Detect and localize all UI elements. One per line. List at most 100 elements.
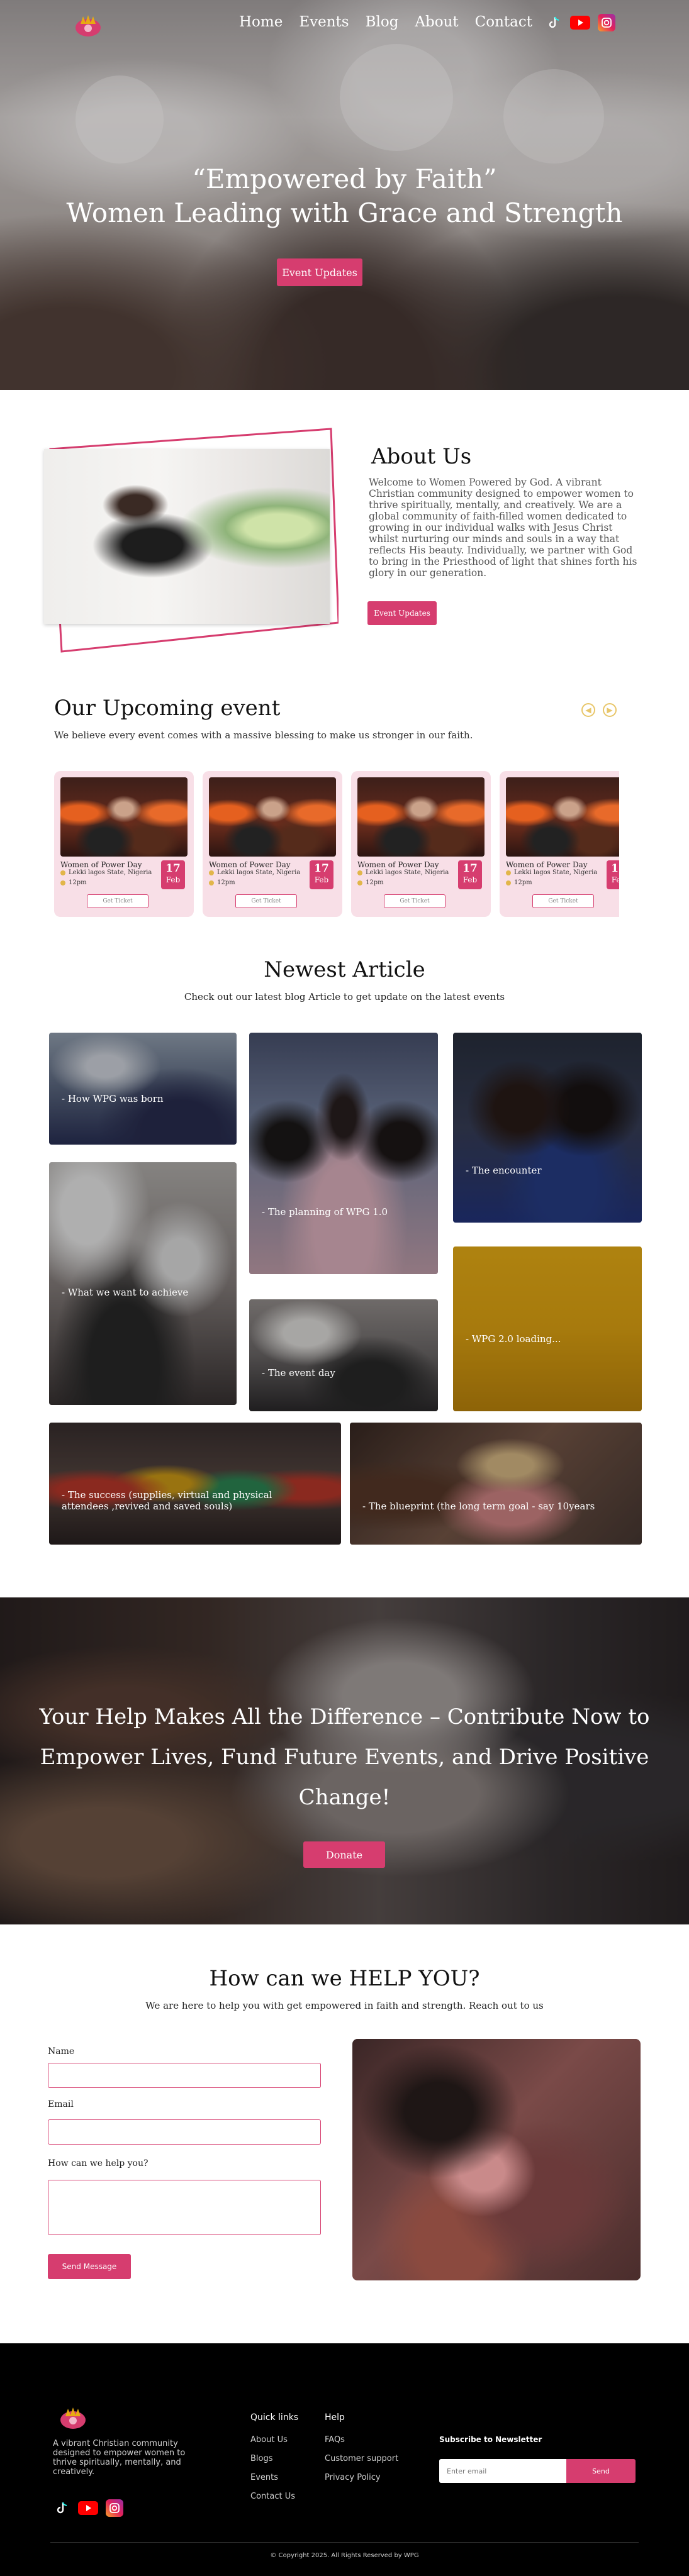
next-arrow-icon[interactable]: ▶ [603, 703, 617, 717]
youtube-icon[interactable] [570, 16, 590, 30]
about-photo [44, 449, 330, 624]
nav-events-link[interactable]: Events [299, 14, 349, 30]
nav-about-link[interactable]: About [415, 14, 458, 30]
footer-link-contact-us[interactable]: Contact Us [250, 2492, 295, 2501]
event-month: Feb [462, 875, 478, 884]
event-day: 17 [165, 862, 181, 875]
events-carousel-arrows: ◀ ▶ [581, 703, 617, 717]
article-title: - The success (supplies, virtual and phy… [62, 1489, 272, 1512]
about-event-updates-button[interactable]: Event Updates [367, 601, 437, 625]
location-icon [209, 870, 214, 875]
nav-home-link[interactable]: Home [239, 14, 283, 30]
instagram-icon[interactable] [598, 14, 615, 31]
event-time: 12pm [506, 879, 532, 886]
location-icon [60, 870, 65, 875]
hero-quote: “Empowered by Faith” Women Leading with … [0, 162, 689, 230]
copyright-text: © Copyright 2025. All Rights Reserved by… [270, 2552, 419, 2559]
footer-link-events[interactable]: Events [250, 2473, 278, 2482]
event-location-text: Lekki lagos State, Nigeria [366, 869, 449, 876]
article-card[interactable]: - The blueprint (the long term goal - sa… [350, 1423, 642, 1545]
newsletter-send-button[interactable]: Send [566, 2459, 636, 2483]
send-message-button[interactable]: Send Message [48, 2254, 131, 2279]
location-icon [357, 870, 362, 875]
article-title: - What we want to achieve [62, 1287, 189, 1298]
help-title: How can we HELP YOU? [209, 1966, 480, 1991]
footer-link-privacy-policy[interactable]: Privacy Policy [325, 2473, 381, 2482]
footer-link-customer-support[interactable]: Customer support [325, 2454, 398, 2463]
event-location: Lekki lagos State, Nigeria [209, 869, 300, 876]
help-subtitle: We are here to help you with get empower… [145, 2000, 544, 2011]
event-time: 12pm [60, 879, 87, 886]
email-field[interactable] [48, 2119, 321, 2145]
get-ticket-button[interactable]: Get Ticket [532, 894, 594, 908]
event-image [357, 777, 485, 857]
message-field[interactable] [48, 2180, 321, 2235]
instagram-icon[interactable] [106, 2499, 123, 2517]
event-date-badge: 17Feb [458, 860, 482, 889]
article-title: - The blueprint (the long term goal - sa… [362, 1501, 595, 1512]
event-month: Feb [314, 875, 329, 884]
event-time: 12pm [209, 879, 235, 886]
articles-subtitle: Check out our latest blog Article to get… [184, 991, 505, 1002]
article-card[interactable]: - How WPG was born [49, 1033, 237, 1145]
nav-social-icons [545, 14, 615, 31]
top-navbar: Home Events Blog About Contact [0, 0, 689, 50]
location-icon [506, 870, 511, 875]
prev-arrow-icon[interactable]: ◀ [581, 703, 595, 717]
nav-links: Home Events Blog About Contact [239, 14, 549, 30]
events-title: Our Upcoming event [54, 696, 281, 721]
clock-icon [357, 880, 362, 886]
event-day: 17 [462, 862, 478, 875]
get-ticket-button[interactable]: Get Ticket [384, 894, 445, 908]
message-label: How can we help you? [48, 2158, 148, 2168]
footer-link-about-us[interactable]: About Us [250, 2435, 288, 2445]
quick-links-title: Quick links [250, 2412, 299, 2423]
article-card[interactable]: - WPG 2.0 loading... [453, 1246, 642, 1411]
article-card[interactable]: - The encounter [453, 1033, 642, 1223]
nav-contact-link[interactable]: Contact [475, 14, 532, 30]
event-time: 12pm [357, 879, 384, 886]
event-image [60, 777, 188, 857]
event-day: 17 [314, 862, 329, 875]
tiktok-icon[interactable] [53, 2499, 70, 2517]
clock-icon [209, 880, 214, 886]
article-title: - WPG 2.0 loading... [466, 1333, 561, 1345]
article-card[interactable]: - The success (supplies, virtual and phy… [49, 1423, 341, 1545]
event-day: 17 [611, 862, 619, 875]
footer-link-faqs[interactable]: FAQs [325, 2435, 345, 2445]
footer-social-icons [53, 2499, 123, 2517]
article-card[interactable]: - What we want to achieve [49, 1162, 237, 1405]
hero-quote-line1: “Empowered by Faith” [192, 164, 497, 194]
wpg-logo-icon[interactable] [72, 11, 104, 39]
hero-decor [503, 69, 604, 164]
newsletter-email-input[interactable] [439, 2459, 568, 2483]
article-card[interactable]: - The event day [249, 1299, 438, 1411]
event-image [209, 777, 336, 857]
get-ticket-button[interactable]: Get Ticket [235, 894, 297, 908]
wpg-logo-icon[interactable] [57, 2404, 89, 2431]
help-links-title: Help [325, 2412, 345, 2423]
youtube-icon[interactable] [78, 2501, 98, 2515]
event-location: Lekki lagos State, Nigeria [357, 869, 449, 876]
event-time-text: 12pm [69, 879, 87, 886]
help-photo [352, 2039, 641, 2280]
name-label: Name [48, 2046, 75, 2057]
about-title: About Us [371, 444, 472, 469]
tiktok-icon[interactable] [545, 14, 563, 31]
hero-event-updates-button[interactable]: Event Updates [277, 258, 362, 286]
footer-divider [50, 2542, 639, 2543]
event-image [506, 777, 619, 857]
email-label: Email [48, 2099, 74, 2109]
event-name: Women of Power Day [209, 860, 291, 869]
donate-text: Your Help Makes All the Difference – Con… [39, 1704, 650, 1810]
nav-blog-link[interactable]: Blog [366, 14, 399, 30]
footer-about-text: A vibrant Christian community designed t… [53, 2439, 186, 2477]
article-card[interactable]: - The planning of WPG 1.0 [249, 1033, 438, 1274]
get-ticket-button[interactable]: Get Ticket [87, 894, 148, 908]
name-field[interactable] [48, 2063, 321, 2088]
footer-link-blogs[interactable]: Blogs [250, 2454, 273, 2463]
event-card: Women of Power Day Lekki lagos State, Ni… [54, 771, 194, 917]
page: Home Events Blog About Contact “Empowere… [0, 0, 689, 2576]
article-title: - The encounter [466, 1165, 542, 1176]
donate-button[interactable]: Donate [303, 1841, 385, 1868]
